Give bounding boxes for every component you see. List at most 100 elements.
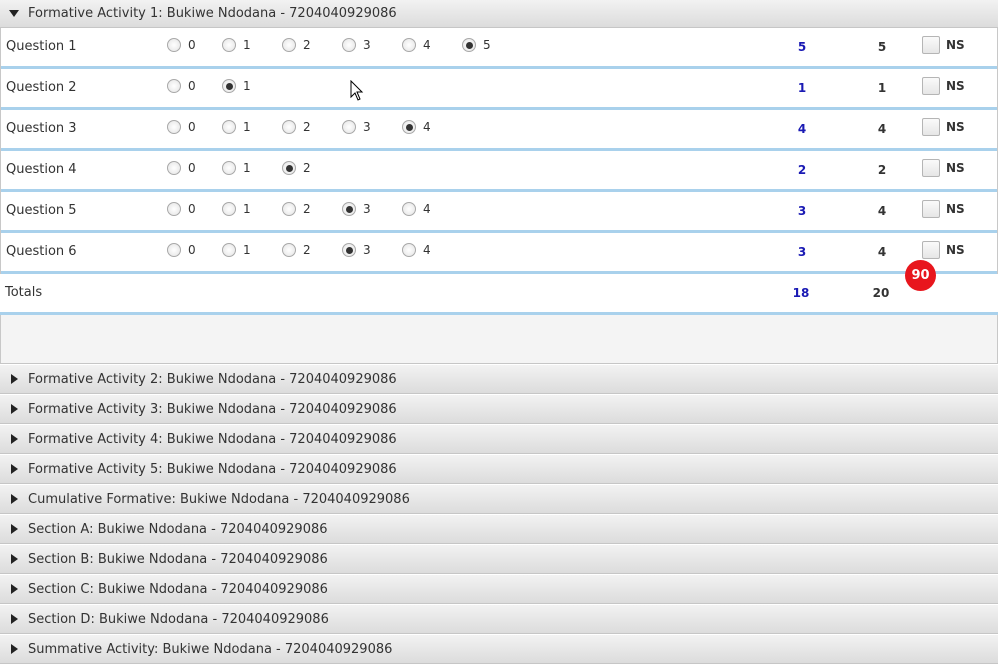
score-radio-2[interactable]: 2: [282, 120, 311, 134]
checkbox-box[interactable]: [922, 77, 940, 95]
totals-score: 18: [792, 286, 810, 300]
radio-option-label: 2: [303, 243, 311, 257]
chevron-right-icon: [0, 524, 28, 534]
score-radio-3[interactable]: 3: [342, 38, 371, 52]
pane-title: Formative Activity 2: Bukiwe Ndodana - 7…: [28, 371, 397, 387]
score-radio-2[interactable]: 2: [282, 243, 311, 257]
score-radio-1[interactable]: 1: [222, 120, 251, 134]
ns-checkbox[interactable]: NS: [922, 36, 965, 54]
score-radio-4[interactable]: 4: [402, 243, 431, 257]
radio-dot[interactable]: [342, 202, 356, 216]
score-radio-3[interactable]: 3: [342, 243, 371, 257]
pane-header-collapsed[interactable]: Formative Activity 3: Bukiwe Ndodana - 7…: [0, 394, 998, 424]
pane-header-collapsed[interactable]: Section A: Bukiwe Ndodana - 720404092908…: [0, 514, 998, 544]
max-score: 4: [877, 245, 887, 259]
radio-dot[interactable]: [462, 38, 476, 52]
score-radio-2[interactable]: 2: [282, 202, 311, 216]
score-radio-0[interactable]: 0: [167, 202, 196, 216]
score-radio-1[interactable]: 1: [222, 161, 251, 175]
question-label: Question 5: [6, 203, 77, 218]
score-radio-0[interactable]: 0: [167, 161, 196, 175]
pane-header-formative-activity-1[interactable]: Formative Activity 1: Bukiwe Ndodana - 7…: [0, 0, 998, 28]
radio-dot[interactable]: [222, 120, 236, 134]
radio-dot[interactable]: [282, 202, 296, 216]
radio-dot[interactable]: [282, 161, 296, 175]
radio-dot[interactable]: [167, 161, 181, 175]
radio-dot[interactable]: [342, 243, 356, 257]
score-radio-1[interactable]: 1: [222, 202, 251, 216]
radio-dot[interactable]: [282, 243, 296, 257]
radio-dot[interactable]: [167, 38, 181, 52]
pane-header-collapsed[interactable]: Formative Activity 4: Bukiwe Ndodana - 7…: [0, 424, 998, 454]
score-radio-4[interactable]: 4: [402, 120, 431, 134]
score-radio-2[interactable]: 2: [282, 161, 311, 175]
score-radio-4[interactable]: 4: [402, 38, 431, 52]
radio-dot[interactable]: [222, 161, 236, 175]
score-radio-1[interactable]: 1: [222, 79, 251, 93]
radio-dot[interactable]: [167, 202, 181, 216]
question-row: Question 5 0 1 2 3 4 3 4 NS: [1, 192, 997, 233]
radio-dot[interactable]: [402, 38, 416, 52]
pane-header-collapsed[interactable]: Section D: Bukiwe Ndodana - 720404092908…: [0, 604, 998, 634]
score-radio-4[interactable]: 4: [402, 202, 431, 216]
pane-header-collapsed[interactable]: Section B: Bukiwe Ndodana - 720404092908…: [0, 544, 998, 574]
score-radio-1[interactable]: 1: [222, 243, 251, 257]
radio-option-label: 0: [188, 202, 196, 216]
checkbox-box[interactable]: [922, 36, 940, 54]
score-radio-0[interactable]: 0: [167, 79, 196, 93]
pane-header-collapsed[interactable]: Section C: Bukiwe Ndodana - 720404092908…: [0, 574, 998, 604]
checkbox-box[interactable]: [922, 200, 940, 218]
score-radio-1[interactable]: 1: [222, 38, 251, 52]
score-radio-0[interactable]: 0: [167, 243, 196, 257]
radio-option-label: 1: [243, 161, 251, 175]
radio-option-label: 0: [188, 38, 196, 52]
pane-header-collapsed[interactable]: Formative Activity 2: Bukiwe Ndodana - 7…: [0, 364, 998, 394]
radio-dot[interactable]: [167, 79, 181, 93]
chevron-right-icon: [0, 404, 28, 414]
ns-checkbox[interactable]: NS: [922, 77, 965, 95]
pane-header-collapsed[interactable]: Cumulative Formative: Bukiwe Ndodana - 7…: [0, 484, 998, 514]
ns-checkbox[interactable]: NS: [922, 159, 965, 177]
question-label: Question 2: [6, 80, 77, 95]
pane-header-collapsed[interactable]: Formative Activity 5: Bukiwe Ndodana - 7…: [0, 454, 998, 484]
radio-option-label: 5: [483, 38, 491, 52]
radio-dot[interactable]: [167, 243, 181, 257]
chevron-right-icon: [0, 374, 28, 384]
radio-dot[interactable]: [222, 38, 236, 52]
radio-option-label: 4: [423, 243, 431, 257]
ns-checkbox[interactable]: NS: [922, 118, 965, 136]
question-grid: Question 1 0 1 2 3 4 5 5 5 NS Question 2 0 1 1 1 NS Ques…: [0, 28, 998, 274]
score-radio-5[interactable]: 5: [462, 38, 491, 52]
ns-checkbox[interactable]: NS: [922, 200, 965, 218]
radio-dot[interactable]: [282, 38, 296, 52]
radio-dot[interactable]: [282, 120, 296, 134]
pane-title: Cumulative Formative: Bukiwe Ndodana - 7…: [28, 491, 410, 507]
checkbox-box[interactable]: [922, 159, 940, 177]
radio-dot[interactable]: [222, 243, 236, 257]
pane-title: Section B: Bukiwe Ndodana - 720404092908…: [28, 551, 328, 567]
radio-dot[interactable]: [402, 243, 416, 257]
awarded-score: 5: [797, 40, 807, 54]
totals-row: Totals 18 20: [0, 274, 998, 315]
ns-checkbox[interactable]: NS: [922, 241, 965, 259]
max-score: 1: [877, 81, 887, 95]
chevron-right-icon: [0, 434, 28, 444]
score-radio-3[interactable]: 3: [342, 202, 371, 216]
radio-dot[interactable]: [402, 202, 416, 216]
score-radio-3[interactable]: 3: [342, 120, 371, 134]
checkbox-box[interactable]: [922, 118, 940, 136]
ns-label: NS: [946, 202, 965, 216]
score-radio-2[interactable]: 2: [282, 38, 311, 52]
radio-dot[interactable]: [342, 120, 356, 134]
checkbox-box[interactable]: [922, 241, 940, 259]
radio-dot[interactable]: [342, 38, 356, 52]
radio-dot[interactable]: [222, 202, 236, 216]
question-row: Question 2 0 1 1 1 NS: [1, 69, 997, 110]
radio-option-label: 3: [363, 38, 371, 52]
pane-title: Section A: Bukiwe Ndodana - 720404092908…: [28, 521, 328, 537]
score-radio-0[interactable]: 0: [167, 38, 196, 52]
score-radio-0[interactable]: 0: [167, 120, 196, 134]
radio-dot[interactable]: [167, 120, 181, 134]
radio-dot[interactable]: [402, 120, 416, 134]
radio-dot[interactable]: [222, 79, 236, 93]
